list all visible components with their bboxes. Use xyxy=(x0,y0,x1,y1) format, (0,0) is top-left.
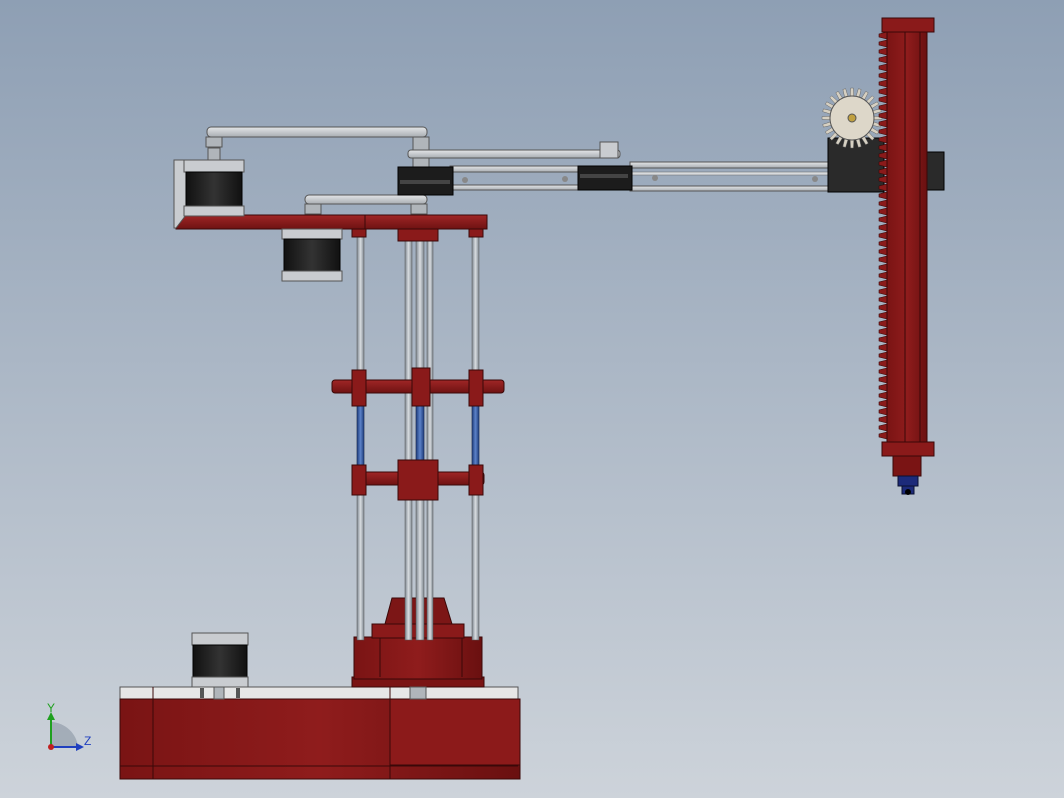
elbow-stepper-motor[interactable] xyxy=(281,228,343,282)
upper-carriage-plate[interactable] xyxy=(331,367,505,407)
gear-tooth xyxy=(822,108,832,115)
gear-tooth xyxy=(855,88,862,98)
orientation-triad: Y Z xyxy=(47,701,91,751)
triad-y-label: Y xyxy=(47,701,55,715)
robot-arm-model[interactable]: Y Z xyxy=(0,0,1064,798)
gear-tooth xyxy=(850,139,854,149)
shoulder-stepper-motor[interactable] xyxy=(173,147,245,229)
lower-carriage-plate[interactable] xyxy=(351,459,485,501)
end-effector[interactable] xyxy=(897,475,919,495)
vertical-rack[interactable] xyxy=(878,17,935,477)
base-box[interactable] xyxy=(119,686,521,780)
spur-gear[interactable] xyxy=(821,87,883,149)
lower-link-bar[interactable] xyxy=(304,194,428,215)
gear-tooth xyxy=(842,88,849,98)
base-stepper-motor[interactable] xyxy=(191,632,249,700)
triad-z-label: Z xyxy=(84,734,91,748)
gear-tooth xyxy=(872,108,882,115)
graphics-viewport[interactable]: Y Z xyxy=(0,0,1064,798)
gear-tooth xyxy=(822,121,832,128)
gear-tooth xyxy=(821,116,831,120)
gear-tooth xyxy=(850,87,854,97)
vertical-guide-rods xyxy=(356,229,480,641)
